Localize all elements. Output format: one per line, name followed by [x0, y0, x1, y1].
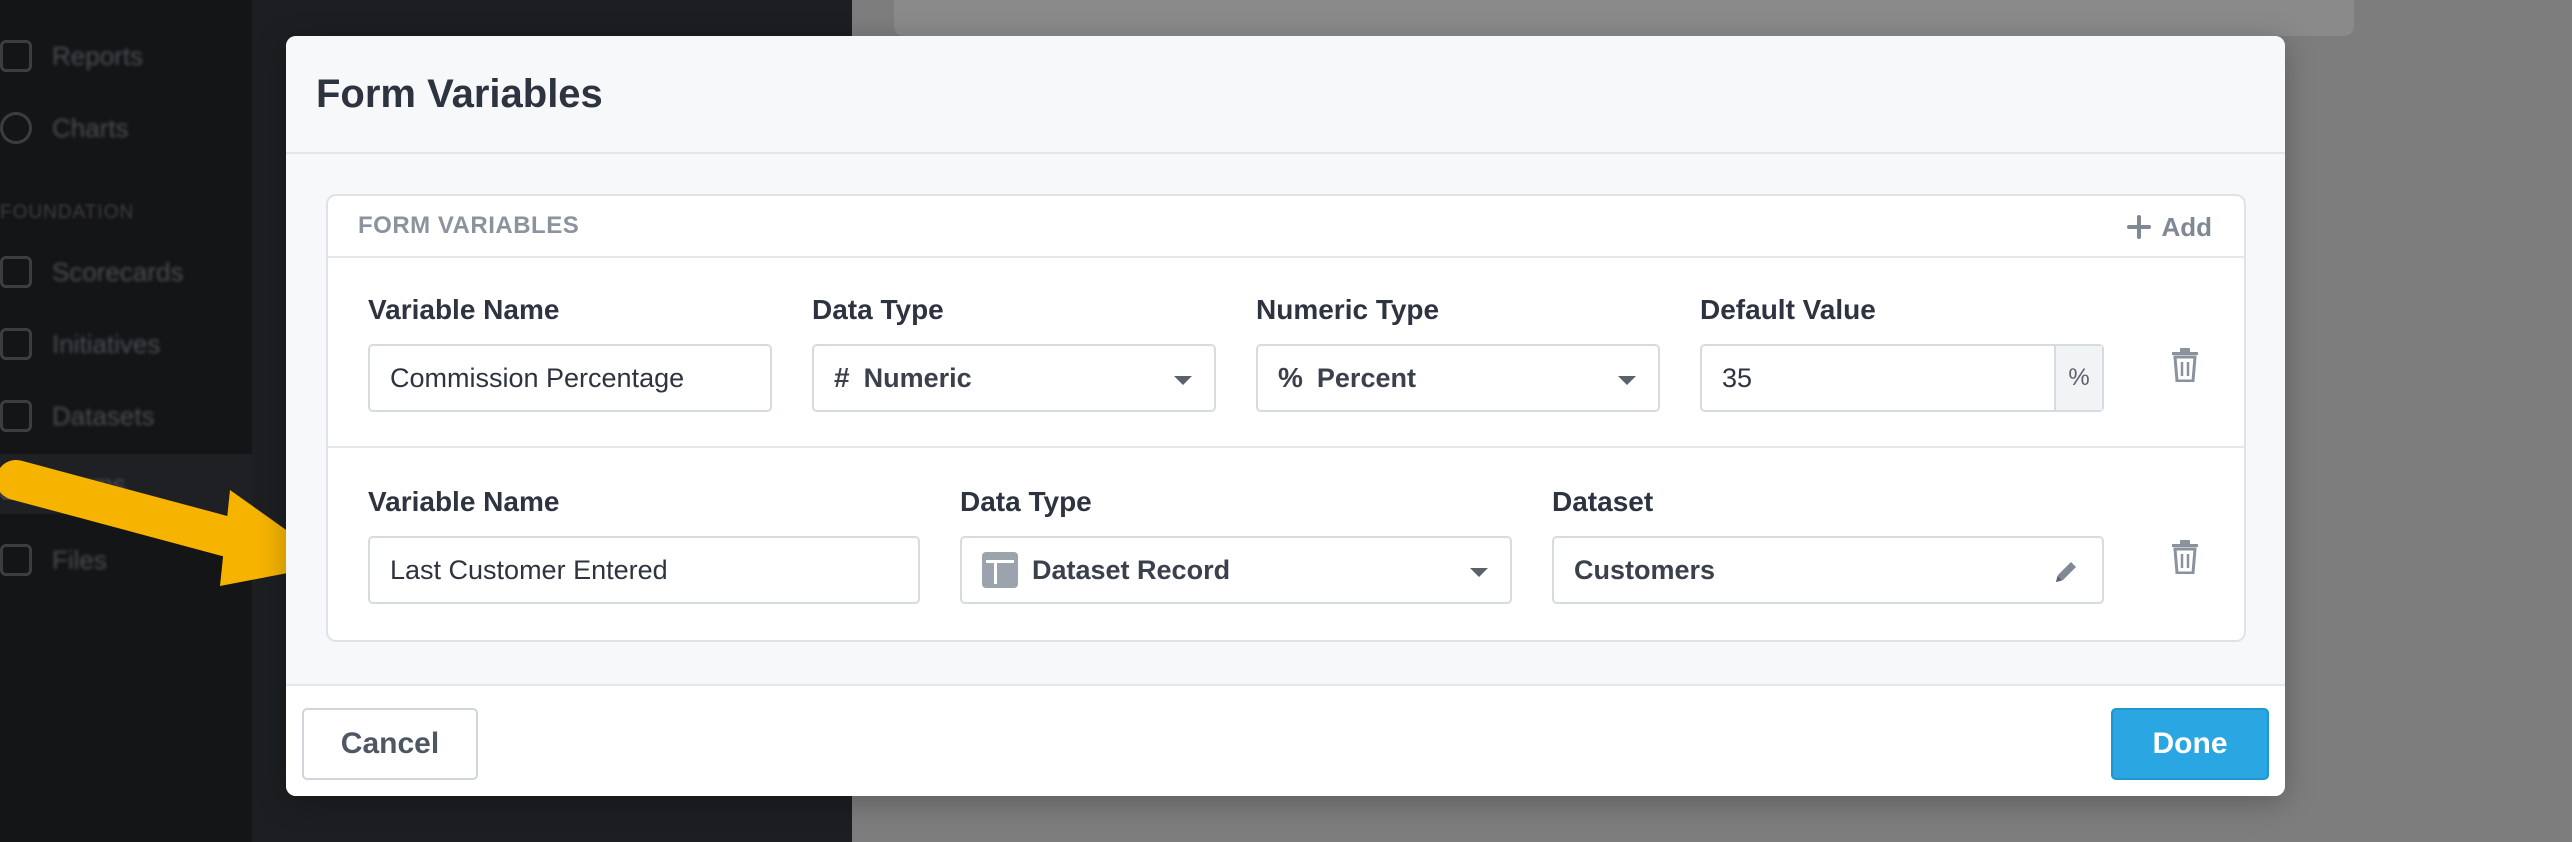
plus-icon: [2127, 215, 2152, 239]
variable-name-field: Variable Name Commission Percentage: [368, 294, 772, 412]
default-value-field: Default Value 35 %: [1700, 294, 2104, 412]
pie-chart-icon: [0, 112, 32, 144]
hash-icon: #: [834, 362, 850, 393]
sidebar-item-reports[interactable]: Reports: [0, 26, 252, 86]
input-value: Commission Percentage: [390, 362, 685, 393]
sidebar-item-label: Reports: [52, 40, 144, 71]
form-variables-modal: Form Variables FORM VARIABLES Add Variab…: [286, 36, 2285, 796]
cube-icon: [0, 400, 32, 432]
form-variables-card: FORM VARIABLES Add Variable Name Commiss…: [326, 194, 2246, 642]
variable-row: Variable Name Last Customer Entered Data…: [328, 450, 2244, 640]
cancel-button[interactable]: Cancel: [302, 708, 478, 780]
dataset-input[interactable]: Customers: [1552, 536, 2104, 604]
modal-header: Form Variables: [286, 36, 2285, 154]
done-button[interactable]: Done: [2111, 708, 2269, 780]
field-label: Default Value: [1700, 294, 1876, 325]
data-type-select[interactable]: Dataset Record: [960, 536, 1512, 604]
sidebar-item-charts[interactable]: Charts: [0, 98, 252, 158]
sidebar-section-label: FOUNDATION: [0, 202, 135, 223]
field-label: Data Type: [812, 294, 944, 325]
percent-icon: %: [1278, 362, 1303, 393]
select-value: Dataset Record: [1032, 554, 1231, 585]
percent-suffix: %: [2054, 346, 2102, 410]
data-type-field: Data Type Dataset Record: [960, 486, 1512, 604]
input-value: Last Customer Entered: [390, 554, 668, 585]
scorecard-icon: [0, 256, 32, 288]
numeric-type-select[interactable]: % Percent: [1256, 344, 1660, 412]
chevron-down-icon: [1174, 376, 1192, 385]
data-type-field: Data Type # Numeric: [812, 294, 1216, 412]
field-label: Dataset: [1552, 486, 1654, 517]
variable-name-input[interactable]: Last Customer Entered: [368, 536, 920, 604]
chevron-down-icon: [1618, 376, 1636, 385]
sidebar-item-label: Charts: [52, 112, 129, 143]
field-label: Variable Name: [368, 294, 560, 325]
trash-icon[interactable]: [2170, 348, 2200, 382]
numeric-type-field: Numeric Type % Percent: [1256, 294, 1660, 412]
sidebar-item-label: Scorecards: [52, 256, 184, 287]
card-header: FORM VARIABLES Add: [328, 196, 2244, 258]
select-value: Numeric: [863, 362, 972, 393]
chevron-down-icon: [1470, 568, 1488, 577]
content-card: [894, 0, 2354, 36]
variable-name-input[interactable]: Commission Percentage: [368, 344, 772, 412]
card-title: FORM VARIABLES: [358, 212, 580, 239]
dataset-field: Dataset Customers: [1552, 486, 2104, 604]
sidebar-item-initiatives[interactable]: Initiatives: [0, 314, 252, 374]
sidebar-item-label: Initiatives: [52, 328, 161, 359]
variable-name-field: Variable Name Last Customer Entered: [368, 486, 920, 604]
data-type-select[interactable]: # Numeric: [812, 344, 1216, 412]
modal-title: Form Variables: [316, 71, 603, 116]
modal-body: FORM VARIABLES Add Variable Name Commiss…: [286, 154, 2285, 684]
sidebar-item-label: Datasets: [52, 400, 155, 431]
field-label: Variable Name: [368, 486, 560, 517]
trash-icon[interactable]: [2170, 540, 2200, 574]
default-value-input[interactable]: 35 %: [1700, 344, 2104, 412]
sidebar-item-scorecards[interactable]: Scorecards: [0, 242, 252, 302]
checkbox-icon: [0, 328, 32, 360]
input-value: 35: [1722, 362, 1753, 393]
table-icon: [982, 552, 1018, 588]
sidebar-item-datasets[interactable]: Datasets: [0, 386, 252, 446]
field-label: Data Type: [960, 486, 1092, 517]
sidebar: Reports Charts FOUNDATION Scorecards Ini…: [0, 0, 252, 842]
pencil-icon[interactable]: [2052, 558, 2080, 586]
add-label: Add: [2161, 211, 2212, 242]
variable-row: Variable Name Commission Percentage Data…: [328, 258, 2244, 448]
select-value: Percent: [1316, 362, 1416, 393]
modal-footer: Cancel Done: [286, 684, 2285, 796]
input-value: Customers: [1574, 554, 1716, 585]
field-label: Numeric Type: [1256, 294, 1440, 325]
reports-icon: [0, 40, 32, 72]
add-variable-button[interactable]: Add: [2127, 208, 2212, 246]
